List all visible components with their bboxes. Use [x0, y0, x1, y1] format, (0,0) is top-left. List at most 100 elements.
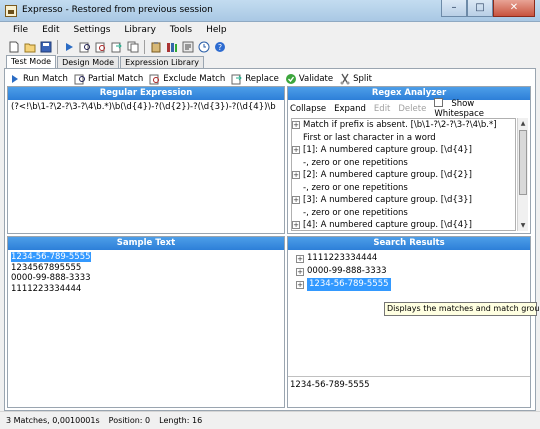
tree-node-label: [4]: A numbered capture group. [\d{4}] [303, 220, 472, 230]
menu-help[interactable]: Help [199, 22, 234, 38]
tree-node-label: -, zero or one repetitions [303, 207, 408, 218]
partial-match-button[interactable]: Partial Match [74, 73, 143, 85]
tree-node[interactable]: + [3]: A numbered capture group. [\d{3}] [292, 194, 515, 207]
status-bar: 3 Matches, 0,0010001s Position: 0 Length… [0, 411, 540, 429]
find-icon[interactable] [77, 40, 92, 55]
paste-icon[interactable] [148, 40, 163, 55]
tree-node-label: [2]: A numbered capture group. [\d{2}] [303, 170, 472, 180]
split-button[interactable]: Split [339, 73, 372, 85]
expand-toggle[interactable]: + [292, 121, 300, 130]
expresso-window: Expresso - Restored from previous sessio… [0, 0, 540, 429]
split-icon [340, 73, 350, 85]
replace-button[interactable]: Replace [231, 73, 279, 85]
analyzer-scrollbar[interactable]: ▲ ▼ [517, 118, 528, 231]
tree-node[interactable]: -, zero or one repetitions [292, 207, 515, 220]
open-icon[interactable] [22, 40, 37, 55]
expand-toggle[interactable]: + [296, 254, 304, 263]
sample-line: 0000-99-888-3333 [11, 273, 91, 283]
run-match-button[interactable]: Run Match [9, 73, 68, 85]
expand-toggle[interactable]: + [296, 267, 304, 276]
replace-icon [231, 74, 242, 85]
regex-text: (?<!\b\1-?\2-?\3-?\4\b.*)\b(\d{4})-?(\d{… [11, 102, 276, 112]
tree-node[interactable]: + Match if prefix is absent. [\b\1-?\2-?\… [292, 119, 515, 132]
tree-node[interactable]: -, zero or one repetitions [292, 157, 515, 170]
show-whitespace-checkbox[interactable] [434, 98, 444, 107]
window-controls: – □ ✕ [441, 0, 535, 18]
expand-toggle[interactable]: + [296, 280, 304, 289]
expand-toggle[interactable]: + [292, 196, 300, 205]
expand-button[interactable]: Expand [334, 104, 366, 114]
regex-editor[interactable]: (?<!\b\1-?\2-?\3-?\4\b.*)\b(\d{4})-?(\d{… [8, 100, 284, 233]
replace-icon[interactable] [109, 40, 124, 55]
validate-button[interactable]: Validate [285, 73, 333, 85]
selected-result-field[interactable]: 1234-56-789-5555 [288, 376, 530, 392]
scroll-thumb[interactable] [519, 130, 527, 195]
tree-node-label: -, zero or one repetitions [303, 182, 408, 193]
search-results-header: Search Results [288, 237, 530, 250]
result-label: 1111223334444 [307, 253, 378, 263]
sample-text-header: Sample Text [8, 237, 284, 250]
minimize-button[interactable]: – [441, 0, 467, 17]
copy-icon[interactable] [125, 40, 140, 55]
library-icon[interactable] [164, 40, 179, 55]
analyzer-tree[interactable]: + Match if prefix is absent. [\b\1-?\2-?\… [291, 118, 516, 231]
tree-node[interactable]: First or last character in a word [292, 132, 515, 145]
maximize-button[interactable]: □ [467, 0, 493, 17]
results-tooltip: Displays the matches and match groups [384, 302, 540, 316]
partial-match-icon [74, 74, 85, 85]
tree-node[interactable]: + [2]: A numbered capture group. [\d{2}] [292, 169, 515, 182]
collapse-button[interactable]: Collapse [290, 104, 326, 114]
tree-node[interactable]: + [4]: A numbered capture group. [\d{4}] [292, 219, 515, 230]
menu-file[interactable]: File [6, 22, 35, 38]
position-status: Position: 0 [108, 416, 151, 425]
tree-node-label: First or last character in a word [303, 132, 436, 143]
result-item[interactable]: +1111223334444 [296, 252, 526, 265]
menu-settings[interactable]: Settings [67, 22, 118, 38]
new-icon[interactable] [6, 40, 21, 55]
expand-toggle[interactable]: + [292, 146, 300, 155]
menu-tools[interactable]: Tools [163, 22, 199, 38]
clock-icon[interactable] [196, 40, 211, 55]
save-icon[interactable] [38, 40, 53, 55]
sample-line: 1234-56-789-5555 [11, 252, 281, 263]
scroll-down-arrow[interactable]: ▼ [518, 220, 528, 231]
result-label: 0000-99-888-3333 [307, 266, 387, 276]
expand-toggle[interactable]: + [292, 171, 300, 180]
result-item[interactable]: +1234-56-789-5555 [296, 278, 526, 291]
menu-edit[interactable]: Edit [35, 22, 66, 38]
sample-line: 1111223334444 [11, 283, 82, 294]
menu-library[interactable]: Library [117, 22, 162, 38]
exclude-match-label: Exclude Match [163, 74, 226, 84]
scroll-up-arrow[interactable]: ▲ [518, 118, 528, 129]
help-icon[interactable]: ? [212, 40, 227, 55]
mode-tabs: Test Mode Design Mode Expression Library [6, 55, 205, 69]
sample-text-editor[interactable]: 1234-56-789-5555 1234567895555 0000-99-8… [8, 250, 284, 407]
tab-test-mode[interactable]: Test Mode [6, 55, 57, 69]
results-tree[interactable]: +1111223334444 +0000-99-888-3333 +1234-5… [296, 252, 526, 291]
tree-node[interactable]: -, zero or one repetitions [292, 182, 515, 195]
tree-node-label: -, zero or one repetitions [303, 157, 408, 168]
exclude-match-button[interactable]: Exclude Match [149, 73, 225, 85]
toolbar-separator [57, 40, 58, 54]
tree-node-label: [3]: A numbered capture group. [\d{3}] [303, 195, 472, 205]
result-label: 1234-56-789-5555 [307, 278, 391, 291]
edit-button[interactable]: Edit [374, 104, 390, 114]
partial-match-label: Partial Match [87, 74, 144, 84]
find-all-icon[interactable] [93, 40, 108, 55]
analyzer-toolbar: Collapse Expand Edit Delete Show Whitesp… [290, 98, 530, 119]
menu-bar: File Edit Settings Library Tools Help [0, 22, 540, 38]
match-count-status: 3 Matches, 0,0010001s [6, 416, 100, 425]
svg-text:?: ? [217, 43, 221, 52]
settings-icon[interactable] [180, 40, 195, 55]
result-item[interactable]: +0000-99-888-3333 [296, 265, 526, 278]
selected-sample-text: 1234-56-789-5555 [11, 252, 91, 262]
expand-toggle[interactable]: + [292, 221, 300, 230]
close-button[interactable]: ✕ [493, 0, 535, 17]
show-whitespace-option[interactable]: Show Whitespace [434, 98, 522, 119]
delete-button[interactable]: Delete [398, 104, 426, 114]
run-icon[interactable] [61, 40, 76, 55]
length-status: Length: 16 [159, 416, 203, 425]
toolbar: ? [0, 38, 540, 56]
sample-text-pane: Sample Text 1234-56-789-5555 12345678955… [7, 236, 285, 408]
tree-node[interactable]: + [1]: A numbered capture group. [\d{4}] [292, 144, 515, 157]
